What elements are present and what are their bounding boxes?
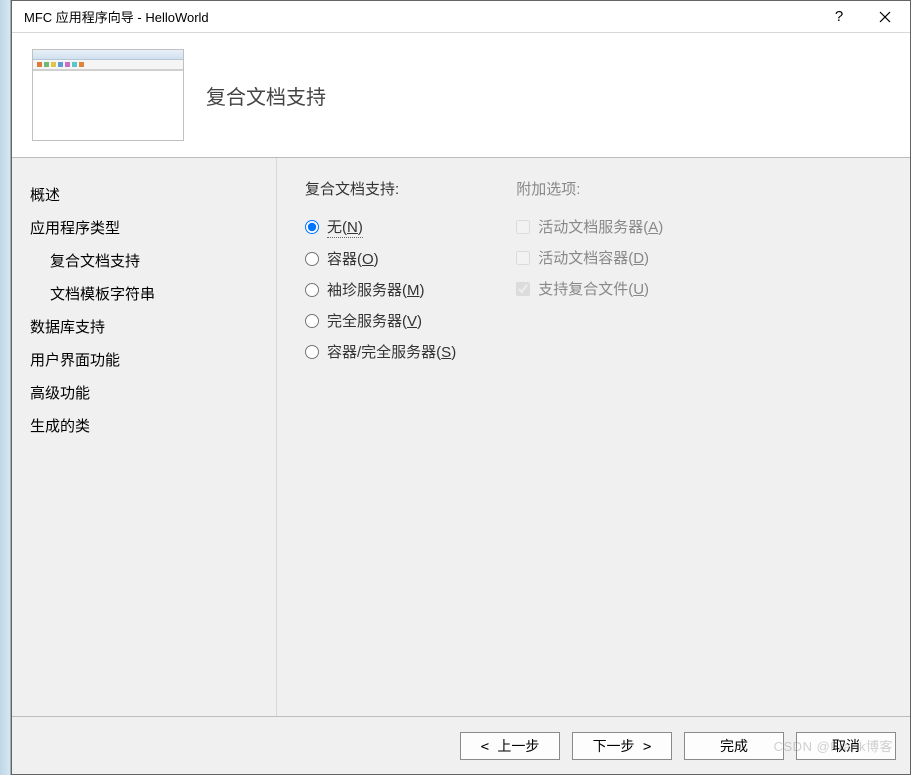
radio-none-input[interactable] [305, 220, 319, 234]
compound-doc-label: 复合文档支持: [305, 178, 456, 199]
next-button[interactable]: 下一步 > [572, 732, 672, 760]
additional-options-label: 附加选项: [516, 178, 663, 199]
finish-button[interactable]: 完成 [684, 732, 784, 760]
nav-advanced[interactable]: 高级功能 [30, 376, 276, 409]
header-area: 复合文档支持 [12, 33, 910, 158]
nav-generated-classes[interactable]: 生成的类 [30, 409, 276, 442]
content-area: 概述 应用程序类型 复合文档支持 文档模板字符串 数据库支持 用户界面功能 高级… [12, 158, 910, 716]
nav-app-type[interactable]: 应用程序类型 [30, 211, 276, 244]
sidebar: 概述 应用程序类型 复合文档支持 文档模板字符串 数据库支持 用户界面功能 高级… [12, 158, 277, 716]
radio-mini-server-input[interactable] [305, 283, 319, 297]
cancel-button[interactable]: 取消 [796, 732, 896, 760]
radio-container[interactable]: 容器(O) [305, 243, 456, 274]
radio-full-server-label: 完全服务器(V) [327, 310, 422, 331]
page-title: 复合文档支持 [206, 81, 326, 110]
nav-compound-doc[interactable]: 复合文档支持 [30, 244, 276, 277]
check-compound-files: 支持复合文件(U) [516, 273, 663, 304]
main-panel: 复合文档支持: 无(N) 容器(O) 袖珍服务器(M) 完全服务器(V) [277, 158, 910, 716]
window-title: MFC 应用程序向导 - HelloWorld [24, 7, 816, 26]
check-active-doc-container-label: 活动文档容器(D) [538, 247, 649, 268]
additional-options-group: 附加选项: 活动文档服务器(A) 活动文档容器(D) 支持复合文件(U) [516, 178, 663, 716]
radio-none[interactable]: 无(N) [305, 211, 456, 243]
nav-database[interactable]: 数据库支持 [30, 310, 276, 343]
wizard-dialog: MFC 应用程序向导 - HelloWorld ? 复合文档支持 概述 应用程序… [11, 0, 911, 775]
background-edge [0, 0, 11, 775]
nav-doc-template[interactable]: 文档模板字符串 [30, 277, 276, 310]
radio-full-server-input[interactable] [305, 314, 319, 328]
radio-container-server-label: 容器/完全服务器(S) [327, 341, 456, 362]
preview-thumbnail [32, 49, 184, 141]
help-icon: ? [835, 8, 843, 25]
help-button[interactable]: ? [816, 2, 862, 32]
close-icon [879, 11, 891, 23]
check-active-doc-container: 活动文档容器(D) [516, 242, 663, 273]
radio-container-input[interactable] [305, 252, 319, 266]
radio-container-server[interactable]: 容器/完全服务器(S) [305, 336, 456, 367]
radio-mini-server[interactable]: 袖珍服务器(M) [305, 274, 456, 305]
check-compound-files-input [516, 282, 530, 296]
prev-button[interactable]: < 上一步 [460, 732, 560, 760]
radio-full-server[interactable]: 完全服务器(V) [305, 305, 456, 336]
check-compound-files-label: 支持复合文件(U) [538, 278, 649, 299]
radio-none-label: 无(N) [327, 216, 363, 238]
radio-container-server-input[interactable] [305, 345, 319, 359]
radio-mini-server-label: 袖珍服务器(M) [327, 279, 425, 300]
footer: < 上一步 下一步 > 完成 取消 [12, 716, 910, 774]
check-active-doc-server: 活动文档服务器(A) [516, 211, 663, 242]
close-button[interactable] [862, 2, 908, 32]
titlebar: MFC 应用程序向导 - HelloWorld ? [12, 1, 910, 33]
check-active-doc-server-input [516, 220, 530, 234]
check-active-doc-server-label: 活动文档服务器(A) [538, 216, 663, 237]
nav-ui-features[interactable]: 用户界面功能 [30, 343, 276, 376]
compound-doc-group: 复合文档支持: 无(N) 容器(O) 袖珍服务器(M) 完全服务器(V) [305, 178, 456, 716]
check-active-doc-container-input [516, 251, 530, 265]
radio-container-label: 容器(O) [327, 248, 379, 269]
nav-overview[interactable]: 概述 [30, 178, 276, 211]
